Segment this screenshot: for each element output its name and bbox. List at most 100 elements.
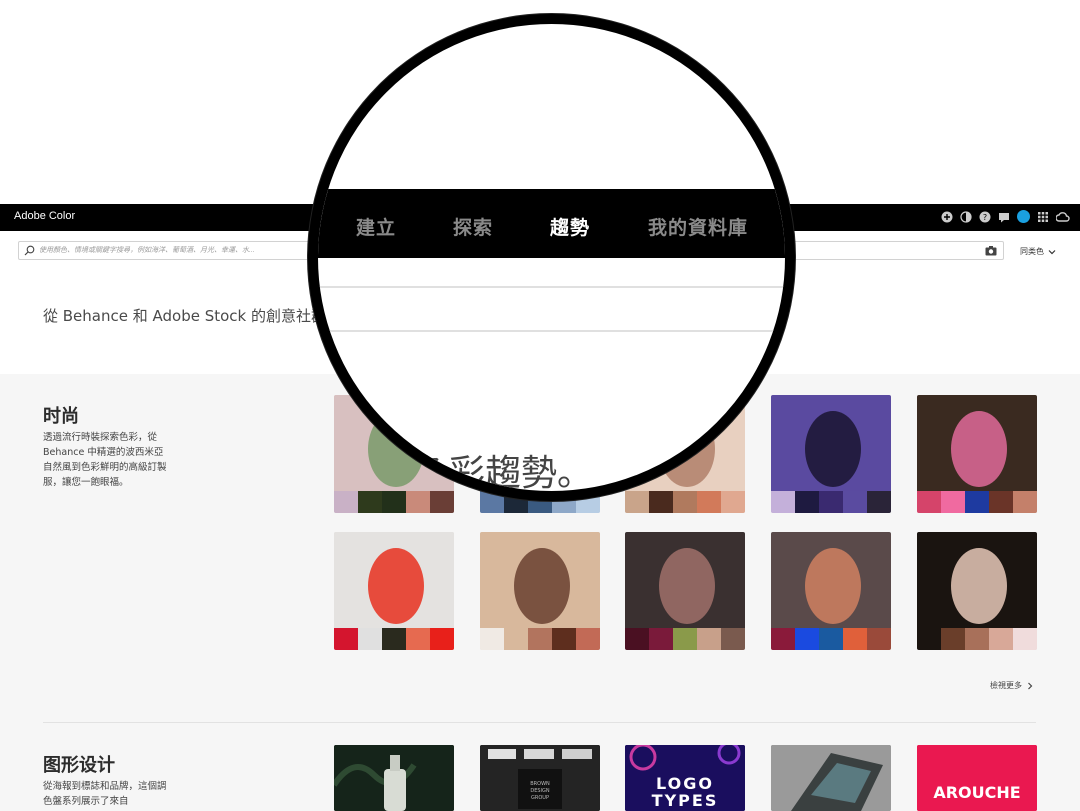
color-swatch[interactable] <box>430 491 454 513</box>
color-swatch[interactable] <box>843 628 867 650</box>
color-swatches <box>771 491 891 513</box>
color-swatch[interactable] <box>941 628 965 650</box>
color-swatches <box>625 628 745 650</box>
color-swatch[interactable] <box>552 628 576 650</box>
lens-divider <box>318 330 785 332</box>
plus-icon[interactable] <box>941 211 953 223</box>
color-swatch[interactable] <box>795 491 819 513</box>
color-swatches <box>771 628 891 650</box>
nav-tab-my-library[interactable]: 我的資料庫 <box>648 213 748 240</box>
color-swatch[interactable] <box>673 491 697 513</box>
color-swatch[interactable] <box>843 491 867 513</box>
fashion-colorful-photo <box>771 532 891 628</box>
color-swatch[interactable] <box>819 628 843 650</box>
color-swatch[interactable] <box>771 628 795 650</box>
svg-text:?: ? <box>983 213 987 222</box>
color-swatch[interactable] <box>406 628 430 650</box>
sort-dropdown[interactable]: 同类色 <box>1020 246 1056 257</box>
palette-card[interactable]: BROWN DESIGN GROUP <box>480 745 600 811</box>
color-swatch[interactable] <box>965 628 989 650</box>
section-title-fashion: 时尚 <box>43 406 79 427</box>
palette-card[interactable] <box>771 395 891 513</box>
apps-icon[interactable] <box>1037 211 1049 223</box>
palette-card[interactable] <box>334 745 454 811</box>
color-swatch[interactable] <box>649 491 673 513</box>
palette-card[interactable] <box>917 395 1037 513</box>
sort-label: 同类色 <box>1020 247 1044 256</box>
color-swatch[interactable] <box>771 491 795 513</box>
palette-card[interactable] <box>625 532 745 650</box>
color-swatch[interactable] <box>358 628 382 650</box>
color-swatch[interactable] <box>528 628 552 650</box>
help-icon[interactable]: ? <box>979 211 991 223</box>
color-swatches <box>917 491 1037 513</box>
color-swatch[interactable] <box>334 628 358 650</box>
nav-tab-explore[interactable]: 探索 <box>453 213 493 240</box>
color-swatch[interactable] <box>941 491 965 513</box>
app-title[interactable]: Adobe Color <box>14 210 75 222</box>
color-swatch[interactable] <box>334 491 358 513</box>
contrast-icon[interactable] <box>960 210 972 223</box>
color-swatch[interactable] <box>917 628 941 650</box>
color-swatch[interactable] <box>989 491 1013 513</box>
color-swatches <box>625 491 745 513</box>
palette-card[interactable] <box>771 532 891 650</box>
palette-card[interactable] <box>334 532 454 650</box>
color-swatch[interactable] <box>358 491 382 513</box>
color-swatch[interactable] <box>697 491 721 513</box>
fashion-three-models-photo <box>480 532 600 628</box>
creative-cloud-icon[interactable] <box>1056 211 1070 223</box>
search-icon <box>24 245 35 256</box>
lens-divider <box>318 286 785 288</box>
graphic-card-text: AROUCHE <box>933 783 1021 802</box>
view-more-link[interactable]: 檢視更多 <box>990 680 1033 691</box>
color-swatch[interactable] <box>989 628 1013 650</box>
graphic-card-text: LOGO TYPES <box>651 774 719 810</box>
color-swatch[interactable] <box>1013 628 1037 650</box>
palette-card[interactable] <box>917 532 1037 650</box>
color-swatch[interactable] <box>382 628 406 650</box>
color-swatch[interactable] <box>867 628 891 650</box>
color-swatch[interactable] <box>721 491 745 513</box>
section-title-graphic-design: 图形设计 <box>43 755 115 776</box>
color-swatch[interactable] <box>406 491 430 513</box>
magnifier-lens: 建立 探索 趨勢 我的資料庫 色彩趨勢。 <box>308 14 795 501</box>
color-swatch[interactable] <box>1013 491 1037 513</box>
color-swatch[interactable] <box>819 491 843 513</box>
color-swatch[interactable] <box>625 628 649 650</box>
palette-card[interactable]: LOGO TYPES <box>625 745 745 811</box>
color-swatch[interactable] <box>625 491 649 513</box>
fashion-red-dress-photo <box>334 532 454 628</box>
fashion-sweater-photo <box>917 532 1037 628</box>
color-swatch[interactable] <box>795 628 819 650</box>
color-swatch[interactable] <box>697 628 721 650</box>
color-swatch[interactable] <box>480 628 504 650</box>
nav-tab-trends[interactable]: 趨勢 <box>550 213 590 240</box>
nav-tab-create[interactable]: 建立 <box>356 213 396 240</box>
chat-icon[interactable] <box>998 211 1010 223</box>
color-swatch[interactable] <box>504 628 528 650</box>
color-swatch[interactable] <box>382 491 406 513</box>
color-swatch[interactable] <box>867 491 891 513</box>
graphic-book-photo <box>771 745 891 811</box>
color-swatch[interactable] <box>576 628 600 650</box>
palette-card[interactable] <box>771 745 891 811</box>
color-swatch[interactable] <box>430 628 454 650</box>
color-swatch[interactable] <box>965 491 989 513</box>
avatar[interactable] <box>1017 210 1030 223</box>
camera-icon[interactable] <box>985 245 997 256</box>
hero-text: 從 Behance 和 Adobe Stock 的創意社群， <box>43 307 342 325</box>
palette-card[interactable] <box>480 532 600 650</box>
color-swatches <box>480 628 600 650</box>
palette-card[interactable]: AROUCHE <box>917 745 1037 811</box>
view-more-label: 檢視更多 <box>990 681 1022 690</box>
fashion-purple-photo <box>771 395 891 491</box>
color-swatch[interactable] <box>917 491 941 513</box>
fashion-makeup-photo <box>917 395 1037 491</box>
color-swatch[interactable] <box>673 628 697 650</box>
color-swatch[interactable] <box>721 628 745 650</box>
chevron-down-icon <box>1048 249 1056 254</box>
color-swatch[interactable] <box>649 628 673 650</box>
section-divider <box>43 722 1036 723</box>
color-swatches <box>917 628 1037 650</box>
